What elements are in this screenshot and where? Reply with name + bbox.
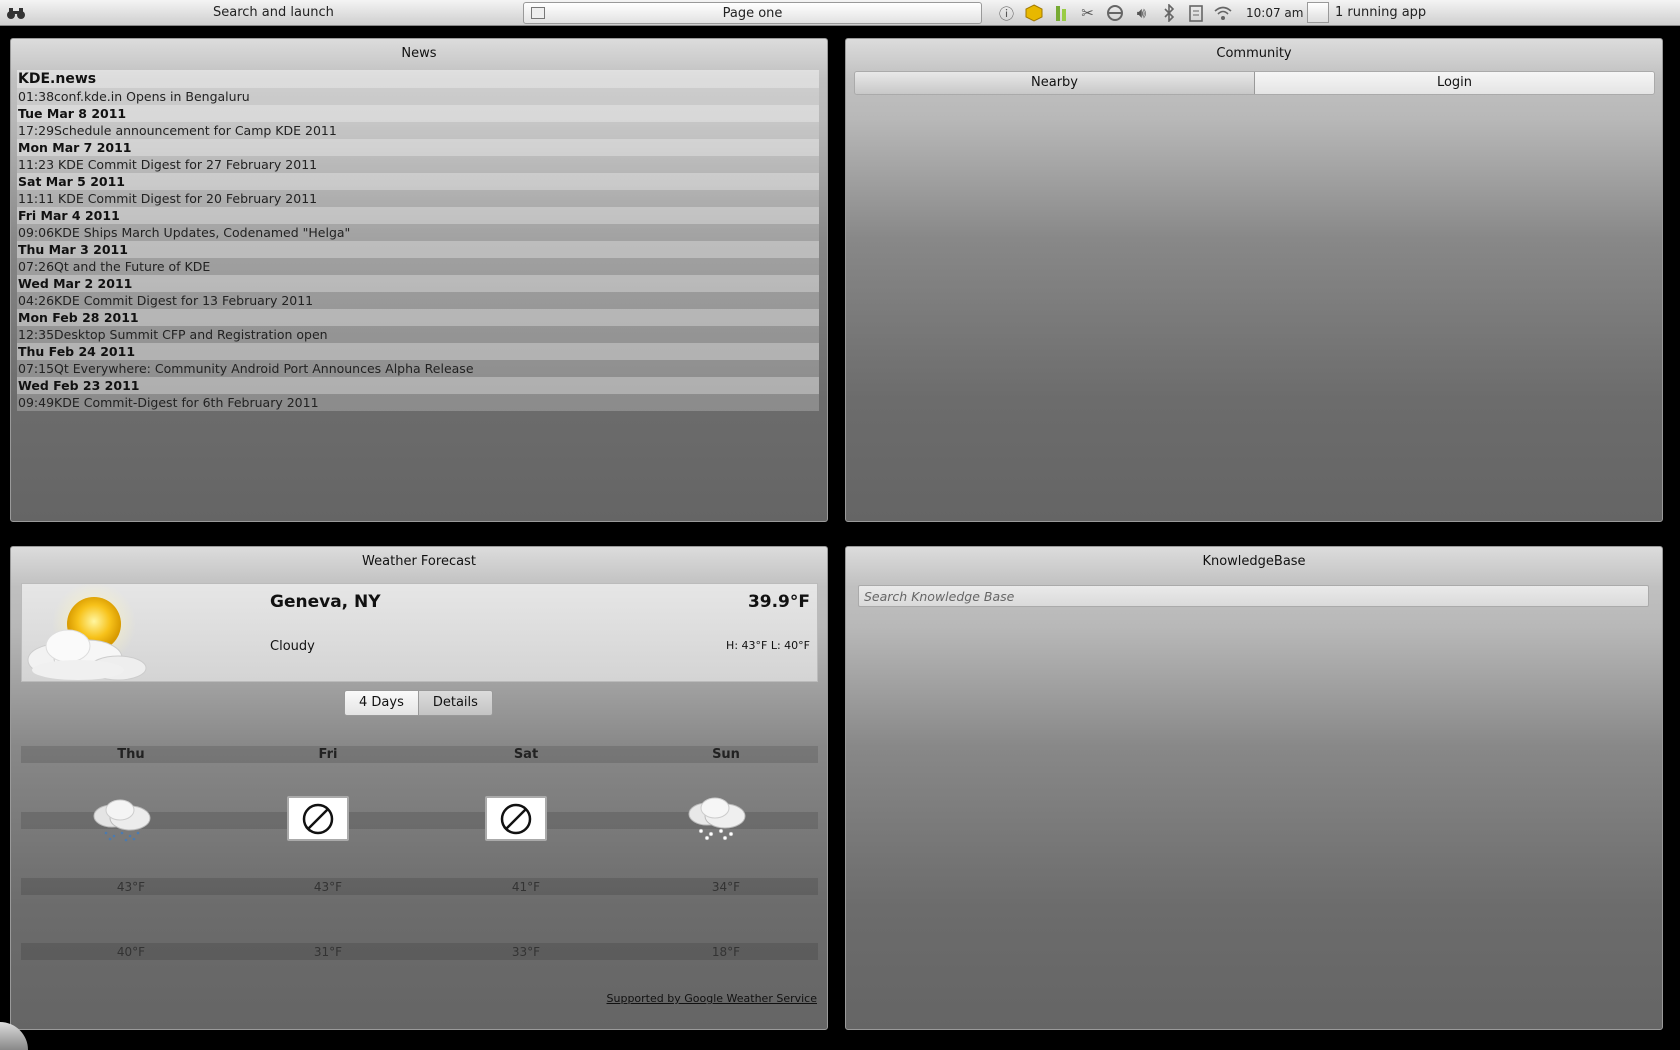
window-icon xyxy=(1307,2,1329,23)
news-item-title[interactable]: Qt Everywhere: Community Android Port An… xyxy=(54,361,473,376)
news-date-heading: Wed Feb 23 2011 xyxy=(17,377,819,394)
volume-icon[interactable]: 🔊︎ xyxy=(1128,3,1155,23)
forecast-day-name: Sun xyxy=(712,747,740,762)
forecast-low-temp: 18°F xyxy=(711,945,741,959)
tab-nearby[interactable]: Nearby xyxy=(855,72,1255,94)
tab-login[interactable]: Login xyxy=(1255,72,1654,94)
weather-widget: Weather Forecast Geneva, NY 39.9°F Cloud… xyxy=(10,546,828,1030)
news-item-time: 11:11 xyxy=(18,191,55,206)
tab-4-days[interactable]: 4 Days xyxy=(345,691,419,715)
news-item-title[interactable]: Qt and the Future of KDE xyxy=(54,259,210,274)
running-apps-label: 1 running app xyxy=(1335,5,1427,20)
forecast-high-temp: 43°F xyxy=(313,880,343,894)
news-item-time: 07:15 xyxy=(18,361,55,376)
news-item[interactable]: 09:06KDE Ships March Updates, Codenamed … xyxy=(17,224,819,241)
forecast-low-temp: 33°F xyxy=(511,945,541,959)
scissors-icon[interactable]: ✂ xyxy=(1074,3,1101,23)
news-item-title[interactable]: Schedule announcement for Camp KDE 2011 xyxy=(54,123,337,138)
news-title: News xyxy=(401,46,437,61)
news-item[interactable]: 07:26Qt and the Future of KDE xyxy=(17,258,819,275)
news-item-title[interactable]: Desktop Summit CFP and Registration open xyxy=(54,327,328,342)
updates-icon[interactable] xyxy=(1020,3,1047,23)
forecast-day-name: Sat xyxy=(513,747,539,762)
news-item-time: 09:49 xyxy=(18,395,55,410)
bluetooth-icon[interactable] xyxy=(1155,3,1182,23)
news-item[interactable]: 11:23 KDE Commit Digest for 27 February … xyxy=(17,156,819,173)
current-high-low: H: 43°F L: 40°F xyxy=(726,639,810,652)
tab-details[interactable]: Details xyxy=(418,691,492,715)
weather-tab-bar: 4 Days Details xyxy=(344,690,493,716)
news-date-heading: Thu Mar 3 2011 xyxy=(17,241,819,258)
news-item-title[interactable]: conf.kde.in Opens in Bengaluru xyxy=(54,89,250,104)
news-item[interactable]: 07:15Qt Everywhere: Community Android Po… xyxy=(17,360,819,377)
news-list: KDE.news 01:38conf.kde.in Opens in Bengal… xyxy=(17,70,819,411)
info-icon[interactable]: ⓘ xyxy=(993,3,1020,23)
news-item-time: 01:38 xyxy=(18,89,55,104)
partly-cloudy-sun-icon xyxy=(18,582,148,682)
page-label: Page one xyxy=(722,6,783,21)
battery-icon[interactable] xyxy=(1047,3,1074,23)
current-condition: Cloudy xyxy=(270,639,315,654)
news-widget: News KDE.news 01:38conf.kde.in Opens in B… xyxy=(10,38,828,522)
weather-service-credit-link[interactable]: Supported by Google Weather Service xyxy=(607,992,817,1005)
news-item[interactable]: 04:26KDE Commit Digest for 13 February 2… xyxy=(17,292,819,309)
network-icon[interactable] xyxy=(1101,3,1128,23)
community-widget: Community Nearby Login xyxy=(845,38,1663,522)
news-item-time: 17:29 xyxy=(18,123,55,138)
not-available-icon xyxy=(485,796,547,841)
binoculars-icon[interactable] xyxy=(6,5,26,21)
search-and-launch-button[interactable]: Search and launch xyxy=(213,5,334,20)
rain-cloud-icon xyxy=(88,796,154,842)
news-item[interactable]: 09:49KDE Commit-Digest for 6th February … xyxy=(17,394,819,411)
knowledgebase-title: KnowledgeBase xyxy=(1202,554,1306,569)
clock[interactable]: 10:07 am xyxy=(1246,6,1303,20)
top-panel: Search and launch Page one ⓘ ✂ 🔊︎ 10:07 … xyxy=(0,0,1680,26)
news-item[interactable]: 12:35Desktop Summit CFP and Registration… xyxy=(17,326,819,343)
news-source-heading: KDE.news xyxy=(17,70,819,88)
current-temperature: 39.9°F xyxy=(747,592,810,612)
news-item-title[interactable]: KDE Commit Digest for 20 February 2011 xyxy=(54,191,317,206)
news-item-title[interactable]: KDE Ships March Updates, Codenamed "Helg… xyxy=(54,225,350,240)
community-tab-bar: Nearby Login xyxy=(854,71,1655,95)
news-item[interactable]: 17:29Schedule announcement for Camp KDE … xyxy=(17,122,819,139)
news-date-heading: Tue Mar 8 2011 xyxy=(17,105,819,122)
forecast-day-name: Fri xyxy=(318,747,338,762)
news-item-time: 11:23 xyxy=(18,157,55,172)
weather-title: Weather Forecast xyxy=(362,554,476,569)
knowledgebase-search-input[interactable] xyxy=(858,585,1649,607)
news-item-time: 09:06 xyxy=(18,225,55,240)
news-item-time: 04:26 xyxy=(18,293,55,308)
clipboard-icon[interactable] xyxy=(1182,3,1209,23)
news-date-heading: Mon Feb 28 2011 xyxy=(17,309,819,326)
community-title: Community xyxy=(1216,46,1292,61)
news-date-heading: Mon Mar 7 2011 xyxy=(17,139,819,156)
news-item-title[interactable]: KDE Commit-Digest for 6th February 2011 xyxy=(54,395,319,410)
current-conditions: Geneva, NY 39.9°F Cloudy H: 43°F L: 40°F xyxy=(18,582,818,682)
snow-cloud-icon xyxy=(683,796,749,842)
news-item[interactable]: 01:38conf.kde.in Opens in Bengaluru xyxy=(17,88,819,105)
news-item-time: 07:26 xyxy=(18,259,55,274)
not-available-icon xyxy=(287,796,349,841)
forecast-high-temp: 41°F xyxy=(511,880,541,894)
news-date-heading: Thu Feb 24 2011 xyxy=(17,343,819,360)
weather-location: Geneva, NY xyxy=(270,592,381,612)
wifi-icon[interactable] xyxy=(1209,3,1236,23)
news-item[interactable]: 11:11 KDE Commit Digest for 20 February … xyxy=(17,190,819,207)
news-date-heading: Fri Mar 4 2011 xyxy=(17,207,819,224)
knowledgebase-widget: KnowledgeBase xyxy=(845,546,1663,1030)
system-tray: ⓘ ✂ 🔊︎ xyxy=(993,3,1236,23)
news-item-title[interactable]: KDE Commit Digest for 27 February 2011 xyxy=(54,157,317,172)
forecast-high-temp: 34°F xyxy=(711,880,741,894)
news-item-time: 12:35 xyxy=(18,327,55,342)
news-date-heading: Sat Mar 5 2011 xyxy=(17,173,819,190)
forecast-low-temp: 31°F xyxy=(313,945,343,959)
forecast-low-temp: 40°F xyxy=(116,945,146,959)
forecast-day-name: Thu xyxy=(117,747,145,762)
news-date-heading: Wed Mar 2 2011 xyxy=(17,275,819,292)
forecast-high-temp: 43°F xyxy=(116,880,146,894)
news-item-title[interactable]: KDE Commit Digest for 13 February 2011 xyxy=(54,293,313,308)
activity-page-selector[interactable]: Page one xyxy=(523,2,982,24)
running-apps-button[interactable]: 1 running app xyxy=(1307,2,1426,23)
